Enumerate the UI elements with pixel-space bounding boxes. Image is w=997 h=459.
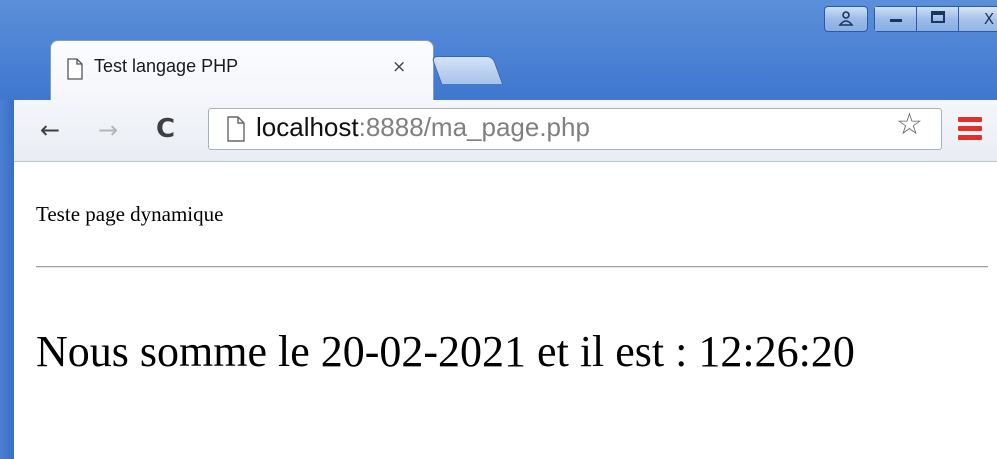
url-path: :8888/ma_page.php [358,112,590,142]
new-tab-button[interactable] [430,56,504,84]
forward-icon[interactable]: → [98,116,118,144]
reload-icon[interactable]: C [156,114,175,144]
close-button[interactable]: X [958,6,997,32]
date-time-message: Nous somme le 20-02-2021 et il est : 12:… [36,327,855,376]
tab-title: Test langage PHP [94,56,239,76]
window-frame-left [0,100,14,459]
maximize-icon [930,10,946,29]
maximize-button[interactable] [916,6,958,32]
close-icon: X [983,9,995,28]
minimize-icon [888,10,904,28]
menu-icon[interactable] [958,117,982,144]
minimize-button[interactable] [874,6,916,32]
profile-button[interactable] [824,6,868,32]
page-heading: Teste page dynamique [36,202,224,226]
window-button-group: X [874,6,997,32]
page-icon [66,58,84,85]
horizontal-rule [36,266,988,268]
page-info-icon[interactable] [226,116,246,147]
url-host: localhost [256,112,359,142]
user-icon [838,10,854,29]
url-text[interactable]: localhost:8888/ma_page.php [256,112,590,143]
back-icon[interactable]: ← [40,116,60,144]
window-controls: X [824,6,997,32]
bookmark-star-icon[interactable]: ☆ [896,110,923,140]
tab-close-icon[interactable]: × [392,57,406,77]
